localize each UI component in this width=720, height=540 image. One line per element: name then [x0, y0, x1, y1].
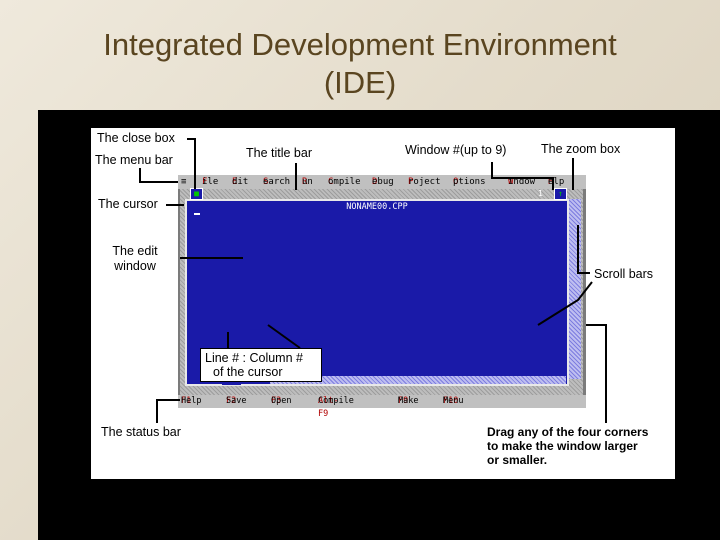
- leader-line-column-2: [267, 324, 301, 349]
- leader-corners: [586, 324, 607, 423]
- leader-window-number: [491, 162, 554, 190]
- leader-menu-bar: [139, 168, 178, 183]
- leader-close-box: [187, 138, 196, 189]
- leader-scroll-vertical: [577, 225, 590, 274]
- leader-status-bar: [156, 399, 180, 423]
- leader-lines: [139, 138, 607, 423]
- leader-scroll-horizontal: [537, 281, 593, 326]
